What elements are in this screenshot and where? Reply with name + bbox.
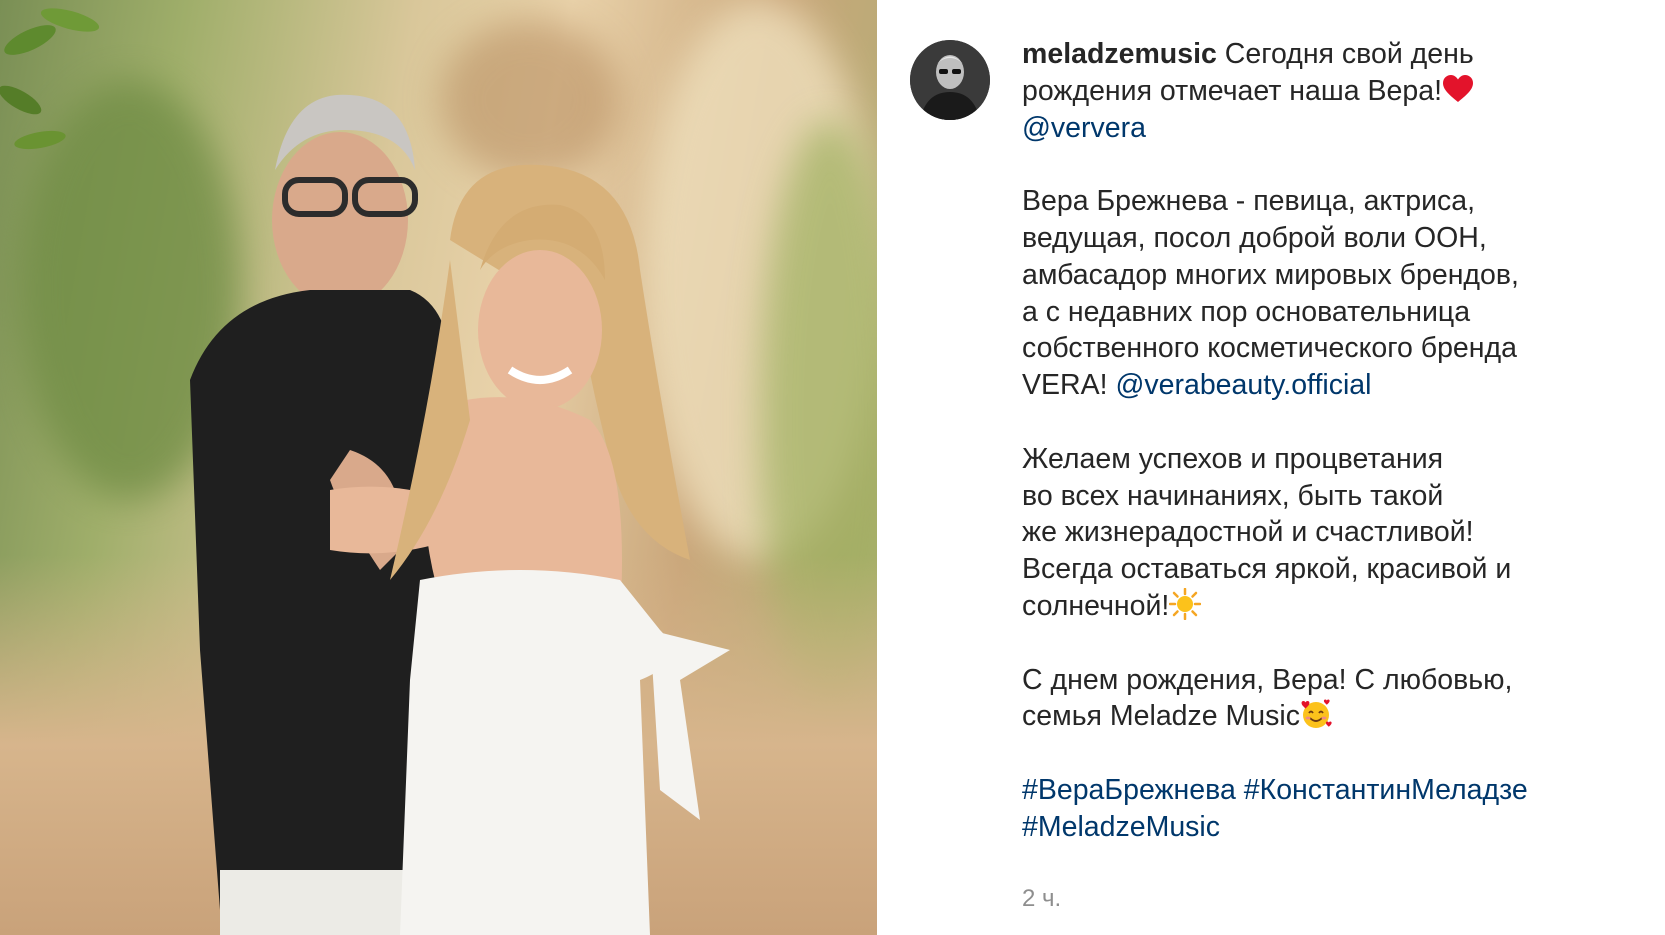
avatar-portrait-icon <box>910 40 990 120</box>
caption-text: Вера Брежнева - певица, актриса, <box>1022 185 1476 218</box>
sun-emoji-icon <box>1169 587 1202 620</box>
mention-link[interactable]: @ververa <box>1022 112 1146 144</box>
mention-link[interactable]: @verabeauty.official <box>1115 369 1371 401</box>
caption-text: а с недавних пор основательница <box>1022 295 1471 328</box>
heart-emoji-icon <box>1443 74 1473 102</box>
caption-text: ведущая, посол доброй воли ООН, <box>1022 221 1487 254</box>
caption-text: солнечной! <box>1022 589 1170 622</box>
post-caption: meladzemusic Сегодня свой день рождения о… <box>1022 36 1642 846</box>
leaves-decoration <box>0 8 100 150</box>
user-avatar[interactable] <box>910 40 990 120</box>
caption-text: амбасадор многих мировых брендов, <box>1022 258 1519 291</box>
post-caption-panel: meladzemusic Сегодня свой день рождения о… <box>877 0 1665 935</box>
post-timestamp[interactable]: 2 ч. <box>1022 885 1061 913</box>
woman-figure <box>330 164 730 935</box>
post-photo[interactable] <box>0 0 877 935</box>
caption-text: С днем рождения, Вера! С любовью, <box>1022 663 1513 696</box>
caption-text: же жизнерадостной и счастливой! <box>1022 516 1474 549</box>
username-link[interactable]: meladzemusic <box>1022 38 1217 70</box>
hashtag-links[interactable]: #ВераБрежнева #КонстантинМеладзе <box>1022 772 1642 809</box>
caption-text: во всех начинаниях, быть такой <box>1022 479 1444 512</box>
caption-text: собственного косметического бренда <box>1022 332 1517 365</box>
caption-text: Желаем успехов и процветания <box>1022 442 1444 475</box>
caption-text: Сегодня свой день <box>1216 38 1474 70</box>
caption-text: Всегда оставаться яркой, красивой и <box>1022 553 1512 586</box>
caption-text: семья Meladze Music <box>1022 700 1300 733</box>
hashtag-link[interactable]: #MeladzeMusic <box>1022 809 1642 846</box>
caption-text: рождения отмечает наша Вера! <box>1022 74 1442 107</box>
smiling-face-with-hearts-icon <box>1301 699 1332 729</box>
caption-text: VERA! <box>1022 369 1116 402</box>
